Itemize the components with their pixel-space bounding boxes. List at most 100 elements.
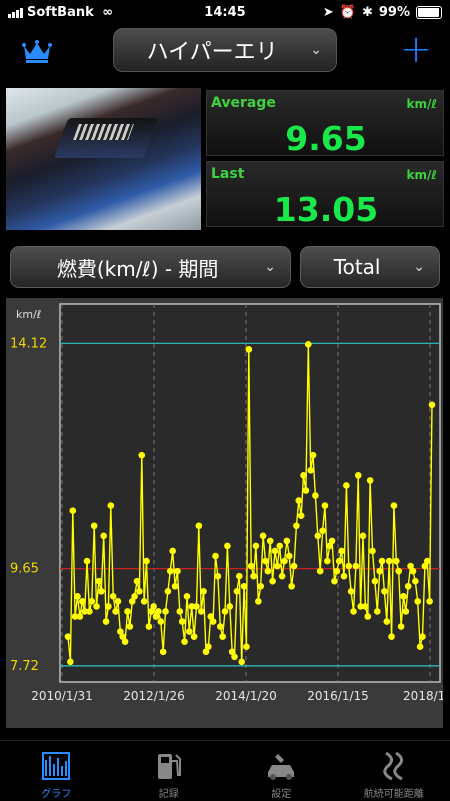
data-point xyxy=(212,553,219,560)
data-point xyxy=(305,341,312,348)
road-icon xyxy=(338,749,450,783)
tab-range[interactable]: 航続可能距離 xyxy=(338,741,450,801)
data-point xyxy=(219,633,226,640)
data-point xyxy=(367,477,374,484)
data-point xyxy=(79,598,86,605)
data-point xyxy=(319,528,326,535)
data-point xyxy=(374,608,381,615)
average-value: 9.65 xyxy=(207,119,445,158)
data-point xyxy=(174,568,181,575)
data-point xyxy=(276,543,283,550)
data-point xyxy=(165,588,172,595)
data-point xyxy=(265,568,272,575)
last-value: 13.05 xyxy=(207,190,445,229)
data-point xyxy=(336,558,343,565)
data-point xyxy=(288,583,295,590)
data-point xyxy=(77,613,84,620)
data-point xyxy=(234,588,241,595)
data-point xyxy=(65,633,72,640)
chart-svg: km/ℓ14.129.657.722010/1/312012/1/262014/… xyxy=(6,298,443,728)
x-tick-label: 2016/1/15 xyxy=(307,689,369,703)
data-point xyxy=(250,573,257,580)
data-point xyxy=(353,563,360,570)
data-point xyxy=(383,618,390,625)
data-point xyxy=(286,553,293,560)
data-point xyxy=(362,603,369,610)
data-point xyxy=(376,568,383,575)
graph-icon xyxy=(0,749,113,783)
crown-icon[interactable] xyxy=(22,40,52,68)
data-point xyxy=(345,563,352,570)
vehicle-selector[interactable]: ハイパーエリ ⌄ xyxy=(113,28,337,72)
data-point xyxy=(334,568,341,575)
vehicle-photo[interactable] xyxy=(6,88,201,230)
data-point xyxy=(274,563,281,570)
data-point xyxy=(205,643,212,650)
data-point xyxy=(300,472,307,479)
data-point xyxy=(124,608,131,615)
data-point xyxy=(324,558,331,565)
data-point xyxy=(262,558,269,565)
data-point xyxy=(200,588,207,595)
tab-label: 記録 xyxy=(113,785,226,800)
data-point xyxy=(284,538,291,545)
data-point xyxy=(386,558,393,565)
tab-settings[interactable]: 設定 xyxy=(225,741,338,801)
data-point xyxy=(84,558,91,565)
data-point xyxy=(298,512,305,519)
data-point xyxy=(310,452,317,459)
data-point xyxy=(343,482,350,489)
data-point xyxy=(315,533,322,540)
fuel-chart[interactable]: km/ℓ14.129.657.722010/1/312012/1/262014/… xyxy=(6,298,443,728)
status-bar: SoftBank ∞ 14:45 ➤ ⏰ ✱ 99% xyxy=(0,0,450,26)
x-tick-label: 2018/1/9 xyxy=(403,689,443,703)
data-point xyxy=(74,593,81,600)
tab-graph[interactable]: グラフ xyxy=(0,741,113,801)
data-point xyxy=(269,578,276,585)
data-point xyxy=(246,346,253,353)
add-button[interactable]: + xyxy=(400,30,432,68)
last-unit: km/ℓ xyxy=(406,168,437,182)
average-label: Average xyxy=(211,95,276,111)
data-point xyxy=(243,643,250,650)
data-point xyxy=(150,603,157,610)
data-point xyxy=(69,507,76,514)
chevron-down-icon: ⌄ xyxy=(310,42,322,58)
data-point xyxy=(293,522,300,529)
data-point xyxy=(331,578,338,585)
metric-dropdown[interactable]: 燃費(km/ℓ) - 期間 ⌄ xyxy=(10,246,291,288)
data-point xyxy=(162,608,169,615)
tab-records[interactable]: 記録 xyxy=(113,741,226,801)
data-point xyxy=(414,598,421,605)
location-icon: ➤ xyxy=(323,5,334,20)
data-point xyxy=(181,638,188,645)
data-point xyxy=(134,578,141,585)
data-point xyxy=(193,603,200,610)
range-dropdown[interactable]: Total ⌄ xyxy=(300,246,440,288)
data-point xyxy=(364,613,371,620)
tab-bar: グラフ 記録 設定 航続可能距離 xyxy=(0,740,450,801)
vehicle-name: ハイパーエリ xyxy=(114,34,310,66)
metric-label: 燃費(km/ℓ) - 期間 xyxy=(11,253,264,282)
data-point xyxy=(395,568,402,575)
data-point xyxy=(338,548,345,555)
data-point xyxy=(191,633,198,640)
alarm-icon: ⏰ xyxy=(340,5,356,20)
nav-bar: ハイパーエリ ⌄ + xyxy=(0,26,450,78)
data-point xyxy=(103,618,110,625)
data-point xyxy=(405,583,412,590)
data-point xyxy=(272,548,279,555)
data-point xyxy=(122,638,129,645)
data-point xyxy=(238,659,245,666)
data-point xyxy=(231,654,238,661)
data-point xyxy=(312,492,319,499)
wrench-car-icon xyxy=(225,749,338,783)
reference-label: 7.72 xyxy=(10,659,39,674)
battery-percent: 99% xyxy=(379,5,410,20)
data-point xyxy=(108,502,115,509)
data-point xyxy=(177,608,184,615)
data-point xyxy=(410,568,417,575)
data-point xyxy=(91,522,98,529)
data-point xyxy=(131,593,138,600)
data-point xyxy=(105,603,112,610)
